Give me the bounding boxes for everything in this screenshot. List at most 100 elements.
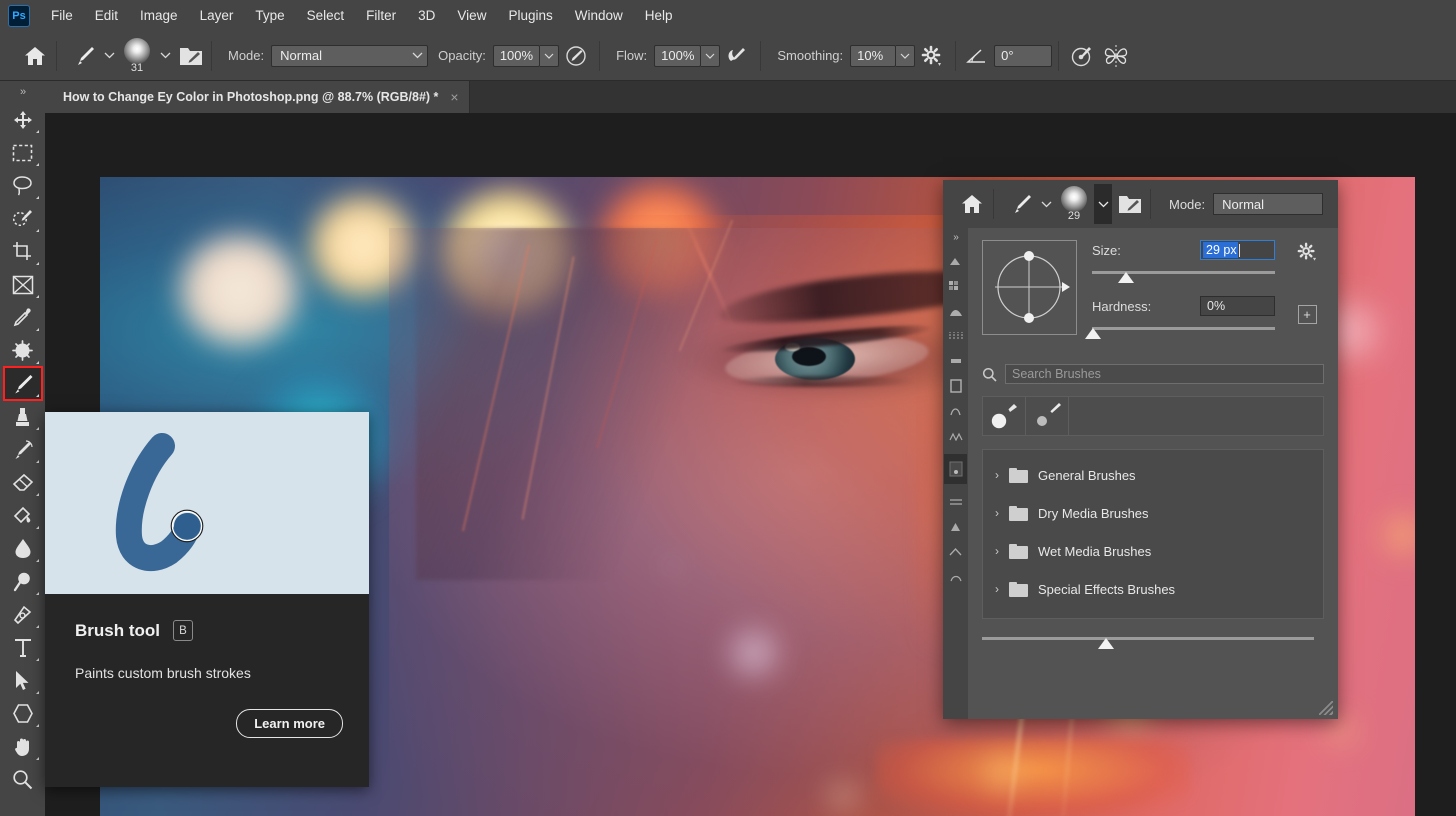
brush-settings-panel-icon[interactable] <box>1116 191 1144 217</box>
menu-select[interactable]: Select <box>296 4 356 27</box>
menu-image[interactable]: Image <box>129 4 189 27</box>
brush-folder-row[interactable]: › Special Effects Brushes <box>983 570 1323 608</box>
chevron-right-icon[interactable]: › <box>995 506 999 520</box>
scrollbar-thumb[interactable] <box>1098 638 1115 649</box>
brush-hardness-slider[interactable] <box>1084 324 1275 340</box>
object-selection-tool[interactable] <box>4 202 42 235</box>
swatches-panel-icon[interactable] <box>946 279 965 293</box>
adjustments-panel-icon[interactable] <box>946 354 965 368</box>
opacity-stepper-icon[interactable] <box>540 44 560 67</box>
info-panel-icon[interactable] <box>946 570 965 584</box>
flow-stepper-icon[interactable] <box>701 44 721 67</box>
brush-settings-rail-icon[interactable] <box>944 454 967 484</box>
rectangular-marquee-tool[interactable] <box>4 136 42 169</box>
opacity-input[interactable]: 100% <box>492 44 541 67</box>
navigator-panel-icon[interactable] <box>946 545 965 559</box>
flow-input[interactable]: 100% <box>654 44 702 67</box>
dodge-tool[interactable] <box>4 565 42 598</box>
learn-more-button[interactable]: Learn more <box>236 709 343 738</box>
brush-preset-panel[interactable]: 29 Mode: Normal » Size: 29 px Hardness: … <box>943 180 1338 719</box>
spot-healing-brush-tool[interactable] <box>4 334 42 367</box>
eyedropper-tool[interactable] <box>4 301 42 334</box>
home-icon[interactable] <box>20 41 50 71</box>
menu-plugins[interactable]: Plugins <box>497 4 563 27</box>
brush-settings-chevron-icon[interactable] <box>157 48 173 64</box>
smoothing-input[interactable]: 10% <box>850 44 897 67</box>
home-icon[interactable] <box>957 189 987 219</box>
history-brush-tool[interactable] <box>4 433 42 466</box>
brush-angle-input[interactable]: 0° <box>994 44 1053 67</box>
brush-folder-list[interactable]: › General Brushes › Dry Media Brushes › … <box>982 449 1324 619</box>
smoothing-options-gear-icon[interactable] <box>919 43 945 69</box>
panel-mode-select[interactable]: Normal <box>1213 193 1324 215</box>
smoothing-stepper-icon[interactable] <box>896 44 916 67</box>
pressure-size-icon[interactable] <box>1069 43 1095 69</box>
brush-hardness-input[interactable]: 0% <box>1200 296 1275 316</box>
paint-symmetry-butterfly-icon[interactable] <box>1103 43 1129 69</box>
recent-brush-item[interactable] <box>983 397 1026 435</box>
pen-tool[interactable] <box>4 598 42 631</box>
move-tool[interactable] <box>4 103 42 136</box>
eraser-tool[interactable] <box>4 466 42 499</box>
menu-view[interactable]: View <box>446 4 497 27</box>
brush-tool[interactable] <box>2 366 43 401</box>
patterns-panel-icon[interactable] <box>946 329 965 343</box>
panel-menu-gear-icon[interactable] <box>1297 242 1317 265</box>
brush-size-preview[interactable]: 31 <box>117 36 157 76</box>
hand-tool[interactable] <box>4 730 42 763</box>
clone-stamp-tool[interactable] <box>4 400 42 433</box>
panel-resize-grip[interactable] <box>1319 701 1333 715</box>
brush-folder-row[interactable]: › Dry Media Brushes <box>983 494 1323 532</box>
recent-brush-item[interactable] <box>1026 397 1069 435</box>
menu-file[interactable]: File <box>40 4 84 27</box>
menu-window[interactable]: Window <box>564 4 634 27</box>
chevron-down-icon[interactable] <box>101 48 117 64</box>
horizontal-type-tool[interactable] <box>4 631 42 664</box>
brush-size-input[interactable]: 29 px <box>1200 240 1275 260</box>
panel-brush-size-preview[interactable]: 29 <box>1054 184 1094 224</box>
shape-tool[interactable] <box>4 697 42 730</box>
airbrush-icon[interactable] <box>724 43 750 69</box>
path-selection-tool[interactable] <box>4 664 42 697</box>
lasso-tool[interactable] <box>4 169 42 202</box>
expand-panels-icon[interactable]: » <box>953 232 958 243</box>
menu-3d[interactable]: 3D <box>407 4 446 27</box>
crop-tool[interactable] <box>4 235 42 268</box>
panel-brush-preset-picker[interactable] <box>1008 190 1054 218</box>
menu-filter[interactable]: Filter <box>355 4 407 27</box>
chevron-down-icon[interactable] <box>1038 196 1054 212</box>
chevron-right-icon[interactable]: › <box>995 468 999 482</box>
blend-mode-select[interactable]: Normal <box>271 44 429 67</box>
gradients-panel-icon[interactable] <box>946 304 965 318</box>
properties-panel-icon[interactable] <box>946 520 965 534</box>
brush-settings-panel-icon[interactable] <box>177 43 205 69</box>
search-brushes-input[interactable]: Search Brushes <box>1005 364 1324 384</box>
menu-type[interactable]: Type <box>244 4 295 27</box>
close-icon[interactable]: × <box>450 89 458 105</box>
paths-panel-icon[interactable] <box>946 429 965 443</box>
frame-tool[interactable] <box>4 268 42 301</box>
color-panel-icon[interactable] <box>946 254 965 268</box>
brush-preset-picker[interactable] <box>71 42 117 70</box>
gradient-tool[interactable] <box>4 499 42 532</box>
create-new-brush-button[interactable]: + <box>1297 305 1317 324</box>
brush-size-slider[interactable] <box>1092 268 1275 284</box>
history-panel-icon[interactable] <box>946 495 965 509</box>
slider-thumb[interactable] <box>1117 272 1134 283</box>
brush-tip-preview[interactable] <box>982 240 1077 335</box>
brush-folder-row[interactable]: › Wet Media Brushes <box>983 532 1323 570</box>
zoom-tool[interactable] <box>4 763 42 796</box>
panel-horizontal-scrollbar[interactable] <box>982 633 1324 649</box>
layers-panel-icon[interactable] <box>946 379 965 393</box>
document-tab[interactable]: How to Change Ey Color in Photoshop.png … <box>45 81 470 113</box>
brush-roundness-control-icon[interactable] <box>983 241 1076 334</box>
slider-thumb[interactable] <box>1084 328 1101 339</box>
chevron-right-icon[interactable]: › <box>995 544 999 558</box>
menu-help[interactable]: Help <box>634 4 684 27</box>
brush-folder-row[interactable]: › General Brushes <box>983 456 1323 494</box>
chevron-right-icon[interactable]: › <box>995 582 999 596</box>
collapse-toolbar-icon[interactable]: » <box>0 81 45 103</box>
brush-settings-chevron-icon[interactable] <box>1094 184 1112 224</box>
menu-edit[interactable]: Edit <box>84 4 129 27</box>
menu-layer[interactable]: Layer <box>189 4 245 27</box>
